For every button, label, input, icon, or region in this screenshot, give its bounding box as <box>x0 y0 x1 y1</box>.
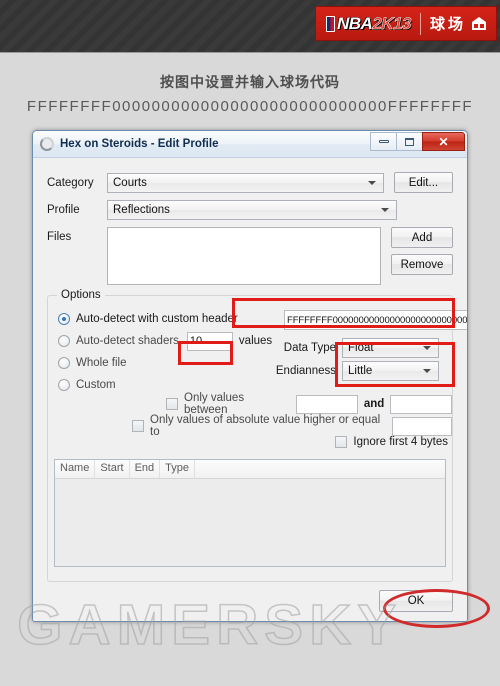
close-button[interactable]: ✕ <box>422 132 465 151</box>
add-button[interactable]: Add <box>391 227 453 248</box>
maximize-button[interactable] <box>396 132 423 151</box>
chevron-down-icon <box>423 369 431 373</box>
instruction-line: 按图中设置并输入球场代码 <box>160 75 340 91</box>
dialog-titlebar[interactable]: Hex on Steroids - Edit Profile ✕ <box>33 131 467 158</box>
endianness-value: Little <box>348 365 373 377</box>
options-legend: Options <box>57 289 105 301</box>
between-max-input[interactable] <box>390 394 452 414</box>
endianness-select[interactable]: Little <box>342 361 439 381</box>
radio-whole-file-label: Whole file <box>76 357 127 369</box>
column-header-end[interactable]: End <box>130 460 161 478</box>
only-values-between-label: Only values between <box>184 392 245 416</box>
instructions-block: 按图中设置并输入球场代码 FFFFFFFF0000000000000000000… <box>0 72 500 115</box>
files-label: Files <box>47 231 72 243</box>
radio-custom-header-label: Auto-detect with custom header <box>76 313 238 325</box>
data-type-value: Float <box>348 342 374 354</box>
category-value: Courts <box>113 176 147 189</box>
and-label: and <box>363 398 385 410</box>
radio-auto-detect-shaders[interactable] <box>58 335 70 347</box>
dialog-title: Hex on Steroids - Edit Profile <box>60 138 219 150</box>
maximize-icon <box>405 137 414 146</box>
checkbox-ignore-first-4-bytes[interactable] <box>335 436 348 448</box>
profile-value: Reflections <box>113 204 170 216</box>
radio-shaders-label: Auto-detect shaders <box>76 335 179 347</box>
radio-whole-file[interactable] <box>58 357 70 369</box>
chevron-down-icon <box>367 180 376 185</box>
ignore-first-4-bytes-label: Ignore first 4 bytes <box>353 436 448 448</box>
table-header-row: Name Start End Type <box>55 460 445 479</box>
radio-custom-header[interactable] <box>58 313 70 325</box>
brand-badge: NBA 2K13 球场 <box>316 7 496 40</box>
ignore-first-4-bytes-row: Ignore first 4 bytes <box>335 436 448 448</box>
remove-button[interactable]: Remove <box>391 254 453 275</box>
window-controls: ✕ <box>370 132 465 151</box>
data-type-row: Data Type Float <box>264 338 439 358</box>
chevron-down-icon <box>423 346 431 350</box>
nba-logo-text: NBA <box>337 14 373 33</box>
endianness-label: Endianness <box>275 365 336 377</box>
category-select[interactable]: Courts <box>107 172 384 193</box>
edit-button[interactable]: Edit... <box>393 172 453 193</box>
files-list[interactable] <box>107 227 381 285</box>
checkbox-only-values-between[interactable] <box>166 398 178 410</box>
section-label: 球场 <box>429 15 466 33</box>
2k13-logo-text: 2K13 <box>372 14 412 33</box>
column-header-type[interactable]: Type <box>160 460 196 478</box>
custom-header-input[interactable]: FFFFFFFF00000000000000000000000000FFFF <box>284 310 467 330</box>
top-banner: NBA 2K13 球场 <box>0 0 500 53</box>
chevron-down-icon <box>381 208 389 212</box>
files-buttons: Add Remove <box>391 227 453 281</box>
column-header-name[interactable]: Name <box>55 460 96 478</box>
app-icon <box>40 137 54 151</box>
radio-custom[interactable] <box>58 379 70 391</box>
radio-custom-label: Custom <box>76 379 116 391</box>
hex-code-text: FFFFFFFF0000000000000000000000000000FFFF… <box>26 98 474 115</box>
options-group: Options Auto-detect with custom header F… <box>47 289 467 582</box>
data-type-label: Data Type <box>283 342 336 354</box>
shaders-count-input[interactable]: 10 <box>186 331 233 351</box>
column-header-start[interactable]: Start <box>95 460 130 478</box>
endianness-row: Endianness Little <box>264 361 439 381</box>
dialog-body: Category Courts Edit... Profile Reflecti… <box>33 158 467 621</box>
badge-divider <box>419 12 421 35</box>
abs-value-input[interactable] <box>391 416 452 436</box>
nba-2k13-logo: NBA 2K13 <box>326 14 412 33</box>
checkbox-only-abs-higher[interactable] <box>132 420 144 432</box>
ok-button[interactable]: OK <box>379 590 453 612</box>
between-min-input[interactable] <box>296 394 358 414</box>
only-abs-higher-label: Only values of absolute value higher or … <box>150 414 381 438</box>
minimize-button[interactable] <box>370 132 397 151</box>
minimize-icon <box>378 140 389 143</box>
nba-silhouette-icon <box>326 15 335 32</box>
only-values-between-row: Only values between and <box>166 392 452 416</box>
profile-label: Profile <box>47 204 80 216</box>
profile-select[interactable]: Reflections <box>107 200 397 220</box>
edit-profile-dialog: Hex on Steroids - Edit Profile ✕ Categor… <box>32 130 468 622</box>
data-type-select[interactable]: Float <box>342 338 439 358</box>
profile-row: Profile Reflections <box>47 200 453 220</box>
results-table[interactable]: Name Start End Type <box>54 459 446 567</box>
category-label: Category <box>47 176 94 189</box>
court-icon <box>470 16 488 31</box>
category-row: Category Courts Edit... <box>47 172 453 193</box>
files-row: Files Add Remove <box>47 227 453 285</box>
only-abs-higher-row: Only values of absolute value higher or … <box>132 414 452 438</box>
